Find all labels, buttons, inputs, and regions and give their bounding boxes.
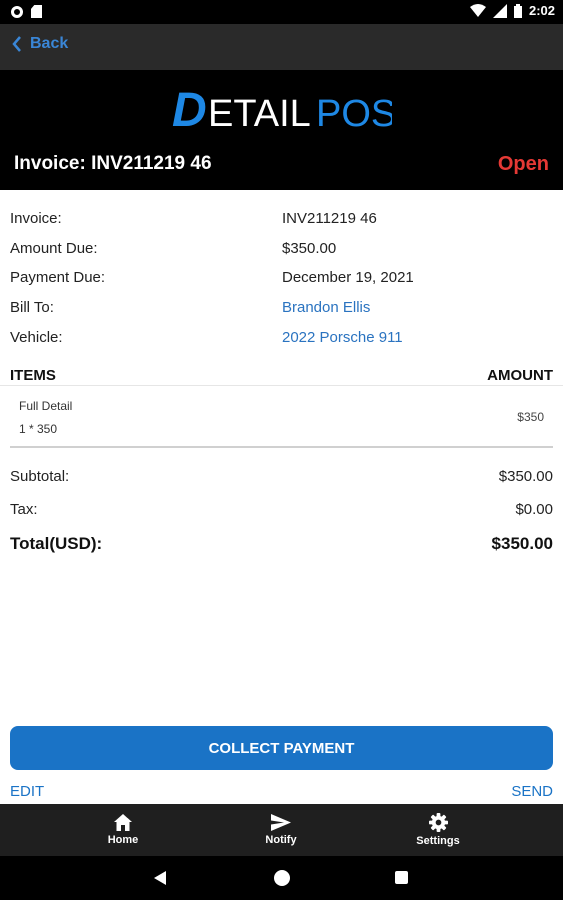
vehicle-link[interactable]: 2022 Porsche 911	[282, 329, 403, 346]
tax-value: $0.00	[515, 501, 553, 518]
customer-link[interactable]: Brandon Ellis	[282, 299, 370, 316]
detail-row-invoice: Invoice: INV211219 46	[0, 206, 563, 236]
invoice-details: Invoice: INV211219 46 Amount Due: $350.0…	[0, 206, 563, 354]
notification-circle-icon	[11, 5, 23, 18]
invoice-title: Invoice: INV211219 46	[14, 153, 212, 174]
signal-icon	[492, 3, 507, 18]
items-column-header: ITEMS	[10, 367, 56, 384]
tab-label: Notify	[265, 834, 297, 846]
total-row: Total(USD): $350.00	[0, 531, 563, 564]
totals: Subtotal: $350.00 Tax: $0.00 Total(USD):…	[0, 465, 563, 564]
table-row: Full Detail 1 * 350 $350	[0, 392, 563, 446]
detail-label: Payment Due:	[10, 269, 106, 287]
divider	[10, 446, 553, 448]
tab-label: Home	[107, 834, 139, 846]
system-home-icon[interactable]	[274, 870, 290, 886]
tax-label: Tax:	[10, 501, 38, 518]
tab-label: Settings	[416, 835, 460, 847]
items-table-header: ITEMS AMOUNT	[0, 364, 563, 386]
detail-label: Amount Due:	[10, 239, 98, 257]
wifi-icon	[469, 3, 486, 17]
subtotal-row: Subtotal: $350.00	[0, 465, 563, 498]
logo-word: ETAIL	[208, 93, 311, 132]
total-value: $350.00	[491, 534, 553, 553]
system-back-icon[interactable]	[154, 871, 166, 885]
logo-pos: POS	[316, 93, 392, 132]
detail-value: $350.00	[282, 239, 337, 257]
back-button[interactable]: Back	[12, 35, 68, 53]
amount-column-header: AMOUNT	[487, 367, 553, 384]
bottom-tab-bar: Home Notify Settings	[0, 804, 563, 856]
tab-home[interactable]: Home	[73, 804, 173, 856]
logo-letter: D	[172, 84, 207, 132]
status-badge: Open	[497, 153, 549, 175]
detail-row-bill-to: Bill To: Brandon Ellis	[0, 295, 563, 325]
brand-header: D ETAIL POS Invoice: INV211219 46 Open	[0, 70, 563, 190]
detail-row-payment-due: Payment Due: December 19, 2021	[0, 265, 563, 295]
subtotal-label: Subtotal:	[10, 468, 70, 485]
chevron-left-icon	[12, 36, 21, 52]
sd-card-icon	[31, 5, 42, 18]
detail-label: Bill To:	[10, 299, 54, 317]
detail-row-amount-due: Amount Due: $350.00	[0, 236, 563, 266]
collect-payment-button[interactable]: COLLECT PAYMENT	[10, 726, 553, 770]
send-button[interactable]: SEND	[511, 783, 553, 800]
status-bar: 2:02	[0, 0, 563, 24]
item-amount: $350	[517, 410, 544, 424]
detail-label: Invoice:	[10, 210, 62, 227]
edit-button[interactable]: EDIT	[10, 783, 44, 800]
gear-icon	[428, 813, 448, 832]
detail-value: INV211219 46	[282, 210, 377, 227]
tax-row: Tax: $0.00	[0, 498, 563, 531]
detail-row-vehicle: Vehicle: 2022 Porsche 911	[0, 325, 563, 355]
nav-bar: Back	[0, 24, 563, 70]
item-quantity: 1 * 350	[19, 422, 58, 436]
send-icon	[271, 814, 291, 831]
home-icon	[114, 814, 132, 831]
detail-value: December 19, 2021	[282, 269, 414, 287]
system-recents-icon[interactable]	[395, 871, 408, 884]
item-name: Full Detail	[19, 399, 73, 413]
tab-notify[interactable]: Notify	[231, 804, 331, 856]
detail-pos-logo: D ETAIL POS	[0, 84, 563, 137]
tab-settings[interactable]: Settings	[388, 804, 488, 856]
total-label: Total(USD):	[10, 534, 103, 553]
system-navigation-bar	[0, 856, 563, 900]
battery-icon	[513, 3, 522, 18]
detail-label: Vehicle:	[10, 328, 63, 346]
back-label: Back	[30, 35, 69, 52]
subtotal-value: $350.00	[498, 468, 553, 485]
clock: 2:02	[528, 3, 555, 18]
